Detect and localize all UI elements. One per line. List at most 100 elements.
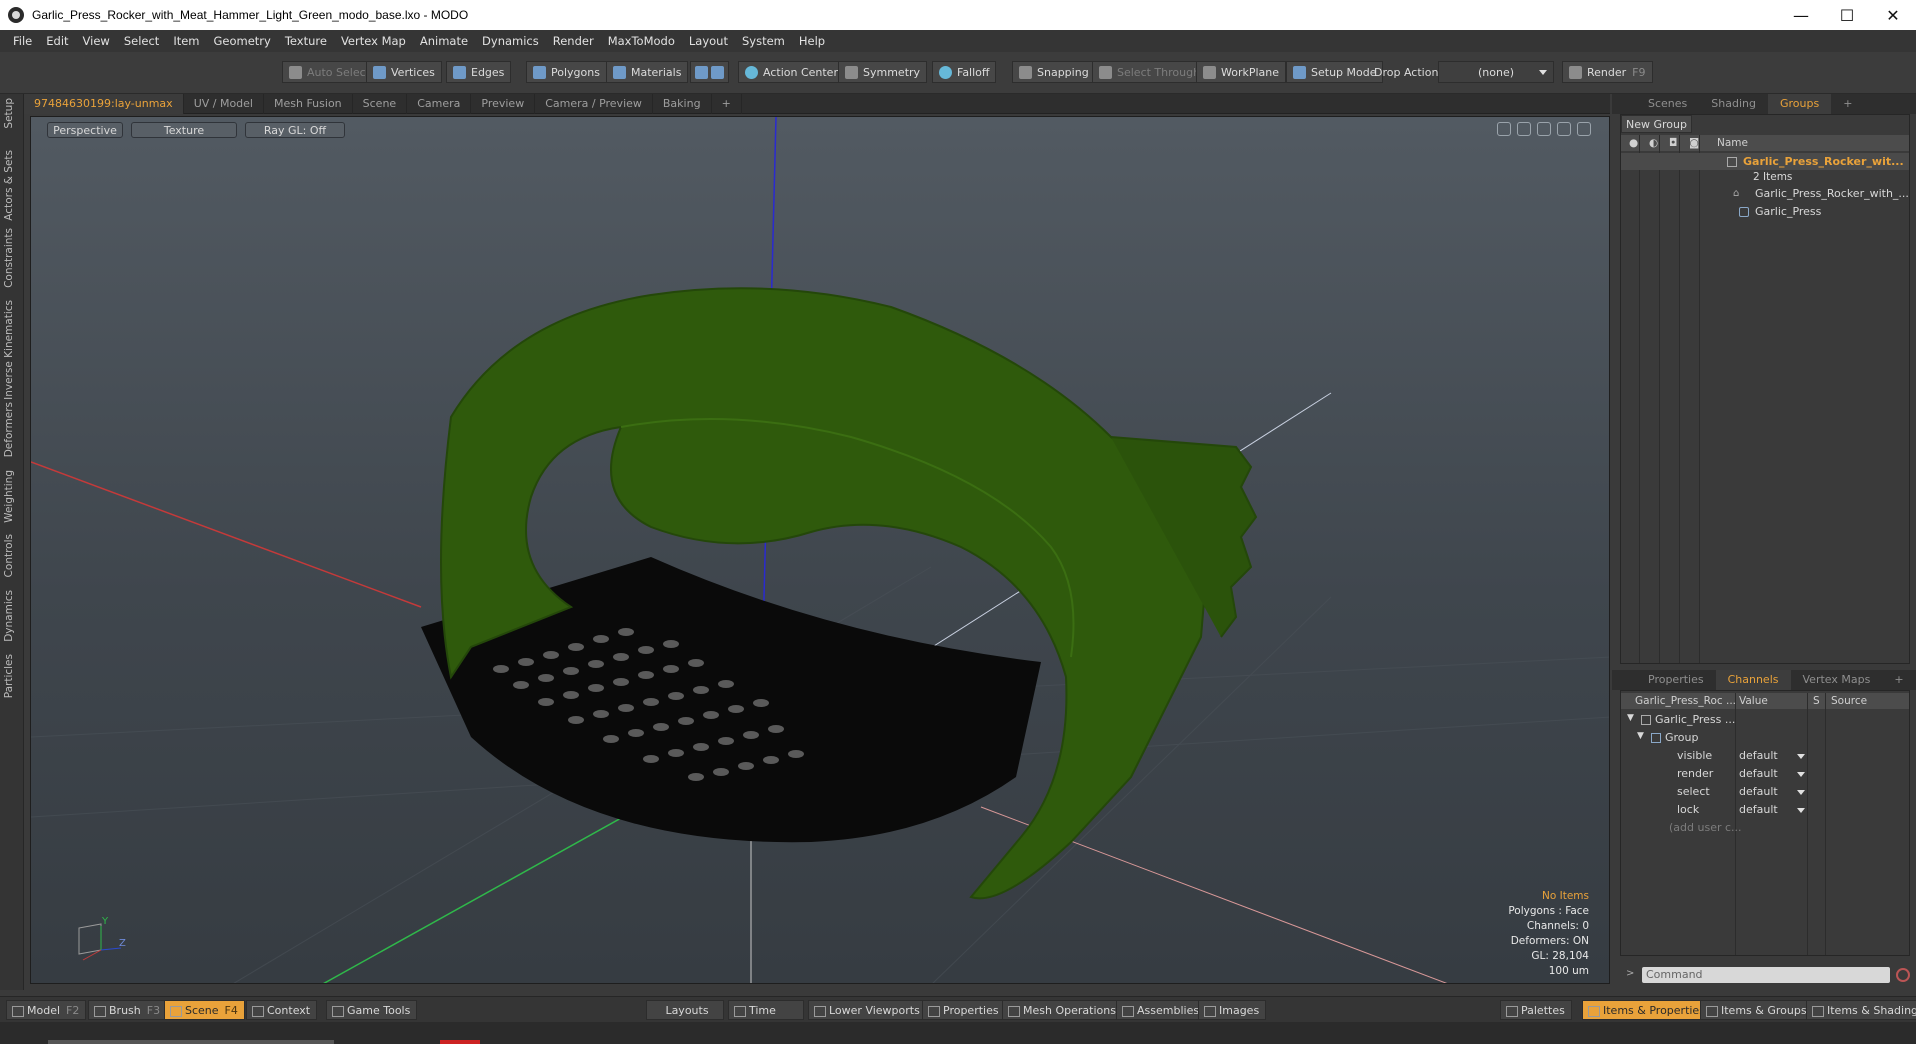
collapse-icon[interactable]: ▼ bbox=[1637, 731, 1644, 741]
3d-viewport[interactable]: Perspective Texture Ray GL: Off Y Z No I… bbox=[30, 116, 1610, 984]
auto-select-button[interactable]: Auto Select bbox=[282, 61, 377, 83]
channel-value[interactable]: default bbox=[1739, 767, 1778, 780]
channel-root-row[interactable]: ▼ Garlic_Press ... bbox=[1621, 711, 1909, 729]
rotate-icon[interactable] bbox=[1517, 122, 1531, 136]
table-row[interactable]: render default bbox=[1621, 765, 1909, 783]
add-panel-tab-button-2[interactable]: + bbox=[1882, 670, 1915, 690]
items-groups-button[interactable]: Items & Groups bbox=[1700, 1000, 1814, 1020]
time-button[interactable]: Time bbox=[728, 1000, 804, 1020]
zoom-icon[interactable] bbox=[1537, 122, 1551, 136]
channel-value[interactable]: default bbox=[1739, 785, 1778, 798]
pan-icon[interactable] bbox=[1497, 122, 1511, 136]
brush-layout-button[interactable]: Brush F3 bbox=[88, 1000, 168, 1020]
tab-channels[interactable]: Channels bbox=[1715, 670, 1791, 690]
perspective-button[interactable]: Perspective bbox=[47, 122, 123, 138]
workplane-button[interactable]: WorkPlane bbox=[1196, 61, 1287, 83]
tab-particles[interactable]: Particles bbox=[3, 654, 15, 698]
tab-deformers[interactable]: Deformers bbox=[3, 402, 15, 457]
menu-select[interactable]: Select bbox=[117, 34, 166, 48]
chevron-down-icon[interactable] bbox=[1797, 772, 1805, 777]
assemblies-button[interactable]: Assemblies bbox=[1116, 1000, 1207, 1020]
menu-vertex-map[interactable]: Vertex Map bbox=[334, 34, 413, 48]
tab-groups[interactable]: Groups bbox=[1767, 94, 1832, 114]
add-tab-button[interactable]: + bbox=[712, 93, 742, 114]
palettes-button[interactable]: Palettes bbox=[1500, 1000, 1572, 1020]
minimize-button[interactable]: — bbox=[1778, 0, 1824, 30]
chevron-down-icon[interactable] bbox=[1797, 808, 1805, 813]
gear-icon[interactable] bbox=[1577, 122, 1591, 136]
tab-setup[interactable]: Setup bbox=[3, 98, 15, 129]
maximize-button[interactable]: ☐ bbox=[1824, 0, 1870, 30]
collapse-icon[interactable]: ▼ bbox=[1627, 713, 1634, 723]
tab-dynamics[interactable]: Dynamics bbox=[3, 590, 15, 642]
channel-value[interactable]: default bbox=[1739, 749, 1778, 762]
tab-scene[interactable]: Scene bbox=[353, 93, 408, 114]
table-row[interactable]: lock default bbox=[1621, 801, 1909, 819]
setup-mode-button[interactable]: Setup Mode bbox=[1286, 61, 1384, 83]
raygl-button[interactable]: Ray GL: Off bbox=[245, 122, 345, 138]
maximize-icon[interactable] bbox=[1557, 122, 1571, 136]
edges-button[interactable]: Edges bbox=[446, 61, 512, 83]
menu-edit[interactable]: Edit bbox=[39, 34, 75, 48]
menu-maxtomodo[interactable]: MaxToModo bbox=[601, 34, 682, 48]
new-group-button[interactable]: New Group bbox=[1621, 115, 1692, 133]
snapping-button[interactable]: Snapping bbox=[1012, 61, 1096, 83]
channel-value[interactable]: default bbox=[1739, 803, 1778, 816]
menu-help[interactable]: Help bbox=[792, 34, 832, 48]
menu-system[interactable]: System bbox=[735, 34, 792, 48]
add-user-channel-row[interactable]: (add user c... bbox=[1621, 819, 1909, 837]
chevron-down-icon[interactable] bbox=[1797, 790, 1805, 795]
tab-properties[interactable]: Properties bbox=[1636, 670, 1716, 690]
menu-texture[interactable]: Texture bbox=[278, 34, 334, 48]
add-panel-tab-button[interactable]: + bbox=[1831, 94, 1864, 114]
menu-dynamics[interactable]: Dynamics bbox=[475, 34, 546, 48]
vertices-button[interactable]: Vertices bbox=[366, 61, 442, 83]
menu-layout[interactable]: Layout bbox=[682, 34, 735, 48]
tab-scenes[interactable]: Scenes bbox=[1636, 94, 1699, 114]
tab-actors-sets[interactable]: Actors & Sets bbox=[3, 150, 15, 221]
list-item[interactable]: Garlic_Press bbox=[1621, 203, 1909, 220]
chevron-down-icon[interactable] bbox=[1797, 754, 1805, 759]
layouts-button[interactable]: Layouts bbox=[646, 1000, 724, 1020]
tab-preview[interactable]: Preview bbox=[471, 93, 536, 114]
polygons-button[interactable]: Polygons bbox=[526, 61, 607, 83]
materials-button[interactable]: Materials bbox=[606, 61, 689, 83]
properties-button[interactable]: Properties bbox=[922, 1000, 1006, 1020]
select-through-button[interactable]: Select Through bbox=[1092, 61, 1208, 83]
tab-uv-model[interactable]: UV / Model bbox=[184, 93, 264, 114]
tab-inverse-kinematics[interactable]: Inverse Kinematics bbox=[3, 300, 15, 400]
menu-file[interactable]: File bbox=[6, 34, 39, 48]
tab-constraints[interactable]: Constraints bbox=[3, 228, 15, 288]
menu-animate[interactable]: Animate bbox=[413, 34, 475, 48]
images-button[interactable]: Images bbox=[1198, 1000, 1267, 1020]
symmetry-button[interactable]: Symmetry bbox=[838, 61, 928, 83]
tab-layout-unmax[interactable]: 97484630199:lay-unmax bbox=[24, 93, 184, 114]
tab-baking[interactable]: Baking bbox=[653, 93, 712, 114]
texture-button[interactable]: Texture bbox=[131, 122, 237, 138]
table-row[interactable]: select default bbox=[1621, 783, 1909, 801]
lower-viewports-button[interactable]: Lower Viewports bbox=[808, 1000, 927, 1020]
tab-shading[interactable]: Shading bbox=[1699, 94, 1768, 114]
tab-controls[interactable]: Controls bbox=[3, 534, 15, 577]
action-center-button[interactable]: Action Center bbox=[738, 61, 845, 83]
tab-vertex-maps[interactable]: Vertex Maps bbox=[1791, 670, 1883, 690]
drop-action-select[interactable]: (none) bbox=[1438, 61, 1554, 83]
tab-camera[interactable]: Camera bbox=[407, 93, 472, 114]
list-item[interactable]: ⌂ Garlic_Press_Rocker_with_... bbox=[1621, 185, 1909, 202]
tab-camera-preview[interactable]: Camera / Preview bbox=[535, 93, 653, 114]
menu-item[interactable]: Item bbox=[166, 34, 206, 48]
mesh-operations-button[interactable]: Mesh Operations bbox=[1002, 1000, 1123, 1020]
close-button[interactable]: ✕ bbox=[1870, 0, 1916, 30]
menu-geometry[interactable]: Geometry bbox=[207, 34, 278, 48]
record-icon[interactable] bbox=[1896, 968, 1910, 982]
context-button[interactable]: Context bbox=[246, 1000, 318, 1020]
tab-mesh-fusion[interactable]: Mesh Fusion bbox=[264, 93, 353, 114]
tab-weighting[interactable]: Weighting bbox=[3, 470, 15, 523]
channel-group-row[interactable]: ▼ Group bbox=[1621, 729, 1909, 747]
table-row[interactable]: visible default bbox=[1621, 747, 1909, 765]
command-input[interactable]: Command bbox=[1642, 967, 1891, 983]
falloff-button[interactable]: Falloff bbox=[932, 61, 997, 83]
select-mode-button-1[interactable] bbox=[690, 61, 729, 83]
items-shading-button[interactable]: Items & Shading bbox=[1806, 1000, 1916, 1020]
render-button[interactable]: Render F9 bbox=[1562, 61, 1653, 83]
